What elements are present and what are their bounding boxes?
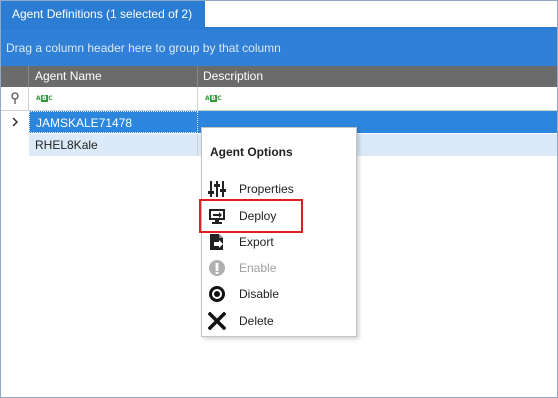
filter-description[interactable]: ABC — [198, 87, 557, 110]
menu-item-label: Properties — [239, 182, 294, 196]
agent-name-cell[interactable]: RHEL8Kale — [29, 134, 198, 156]
menu-item-properties[interactable]: Properties — [202, 176, 356, 202]
filter-agent-name[interactable]: ABC — [29, 87, 198, 110]
disable-icon — [209, 286, 225, 302]
text-filter-icon: ABC — [36, 95, 54, 102]
row-indicator — [1, 134, 29, 156]
agent-name-cell[interactable]: JAMSKALE71478 — [29, 111, 198, 133]
column-header-description[interactable]: Description — [198, 66, 557, 87]
menu-item-label: Deploy — [239, 209, 277, 223]
menu-item-label: Delete — [239, 314, 274, 328]
pin-icon — [11, 92, 19, 104]
properties-icon — [208, 181, 226, 197]
deploy-icon — [209, 209, 225, 224]
agent-definitions-panel: Agent Definitions (1 selected of 2) Drag… — [0, 0, 558, 398]
menu-item-enable[interactable]: Enable — [202, 255, 356, 281]
menu-item-label: Enable — [239, 261, 277, 275]
menu-title: Agent Options — [210, 145, 293, 159]
row-indicator — [1, 111, 29, 133]
menu-item-disable[interactable]: Disable — [202, 281, 356, 307]
column-header-agent-name[interactable]: Agent Name — [29, 66, 198, 87]
menu-item-deploy[interactable]: Deploy — [202, 203, 356, 229]
menu-item-export[interactable]: Export — [202, 229, 356, 255]
menu-item-delete[interactable]: Delete — [202, 308, 356, 334]
tab-strip: Agent Definitions (1 selected of 2) — [1, 1, 557, 30]
menu-item-label: Export — [239, 235, 274, 249]
export-icon — [210, 234, 223, 250]
filter-pin-cell[interactable] — [1, 87, 29, 110]
agent-options-context-menu: Agent Options Properties Deploy Export E… — [201, 127, 357, 337]
menu-item-label: Disable — [239, 287, 280, 301]
group-by-panel[interactable]: Drag a column header here to group by th… — [1, 30, 557, 66]
delete-x-icon — [208, 312, 226, 330]
row-indicator-header — [1, 66, 29, 87]
tab-agent-definitions[interactable]: Agent Definitions (1 selected of 2) — [1, 1, 205, 27]
auto-filter-row: ABC ABC — [1, 87, 557, 111]
text-filter-icon: ABC — [205, 95, 223, 102]
chevron-right-icon — [12, 117, 19, 127]
info-icon — [209, 260, 225, 276]
